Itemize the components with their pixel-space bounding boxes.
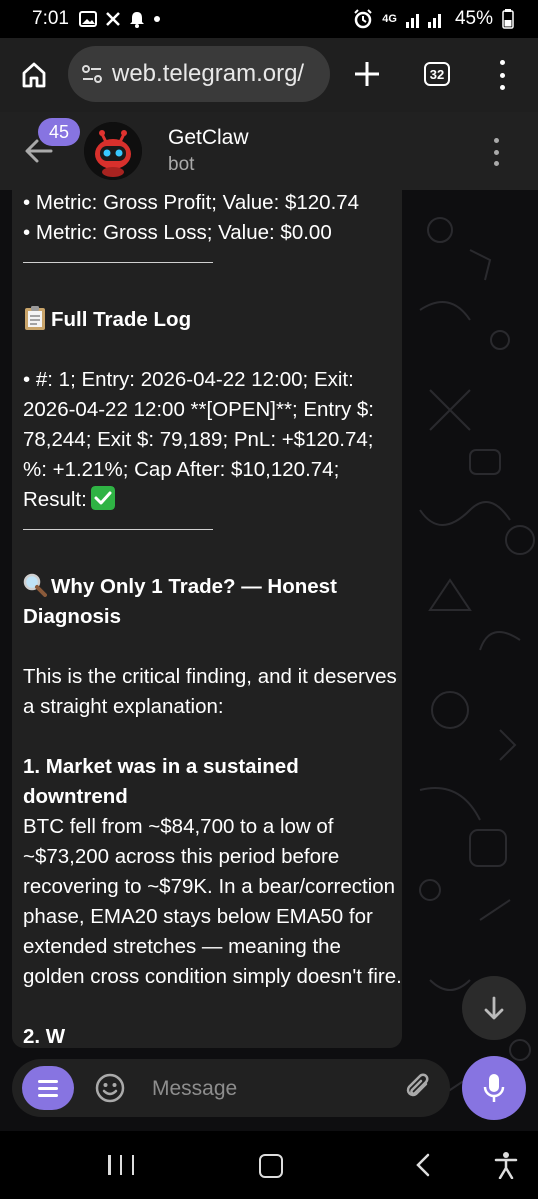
system-nav-bar <box>0 1131 538 1199</box>
check-mark-icon <box>90 486 115 510</box>
x-icon <box>106 12 120 26</box>
tab-switcher-button[interactable]: 32 <box>424 62 450 86</box>
emoji-icon[interactable] <box>94 1072 126 1104</box>
network-type: 4G <box>382 13 397 25</box>
scroll-to-bottom-button[interactable] <box>462 976 526 1040</box>
signal-icon <box>405 14 441 28</box>
chat-title[interactable]: GetClaw <box>168 126 249 150</box>
voice-record-button[interactable] <box>462 1056 526 1120</box>
home-button[interactable] <box>259 1154 283 1178</box>
clipboard-icon <box>25 306 45 330</box>
notification-bell-icon <box>129 11 144 28</box>
image-icon <box>78 11 97 27</box>
message-input[interactable] <box>150 1073 384 1105</box>
trade-log-heading-line: Full Trade Log <box>23 305 402 335</box>
robot-avatar-icon <box>84 122 142 180</box>
avatar[interactable] <box>84 122 142 180</box>
arrow-down-icon <box>484 996 504 1020</box>
why-heading-line: Why Only 1 Trade? — Honest Diagnosis <box>23 572 402 632</box>
dot-icon <box>153 16 160 22</box>
bot-menu-button[interactable] <box>22 1066 74 1110</box>
metric-gross-profit: • Metric: Gross Profit; Value: $120.74 <box>23 191 360 214</box>
browser-menu-button[interactable] <box>496 60 508 90</box>
metric-gross-loss: • Metric: Gross Loss; Value: $0.00 <box>23 221 332 244</box>
address-bar[interactable]: web.telegram.org/ <box>68 46 330 102</box>
tab-count: 32 <box>429 66 445 82</box>
unread-badge: 45 <box>38 118 80 146</box>
new-tab-button[interactable] <box>352 60 382 90</box>
home-icon <box>22 62 46 88</box>
chat-area[interactable]: • Metric: Gross Profit; Value: $120.74 •… <box>0 190 538 1131</box>
browser-toolbar: web.telegram.org/ 32 <box>0 38 538 112</box>
trade-log-entry: • #: 1; Entry: 2026-04-22 12:00; Exit: 2… <box>23 368 374 511</box>
point1-body: BTC fell from ~$84,700 to a low of ~$73,… <box>23 815 402 988</box>
status-left-icons <box>78 11 161 28</box>
browser-home-button[interactable] <box>16 57 52 93</box>
paperclip-icon[interactable] <box>404 1072 434 1104</box>
status-bar: 7:01 4G 45% <box>0 0 538 38</box>
battery-percent: 45% <box>454 8 493 29</box>
status-time: 7:01 <box>32 8 69 29</box>
message-bubble[interactable]: • Metric: Gross Profit; Value: $120.74 •… <box>12 190 402 1048</box>
divider <box>23 529 213 530</box>
url-text[interactable]: web.telegram.org/ <box>112 60 304 88</box>
intro-text: This is the critical finding, and it des… <box>23 665 397 718</box>
battery-icon <box>502 9 514 29</box>
magnifier-icon <box>23 573 47 597</box>
site-settings-icon[interactable] <box>82 65 102 83</box>
plus-icon <box>355 62 379 86</box>
point1-heading: 1. Market was in a sustained downtrend <box>23 755 299 808</box>
why-heading: Why Only 1 Trade? — Honest Diagnosis <box>23 575 337 628</box>
accessibility-icon[interactable] <box>494 1151 518 1179</box>
status-right: 4G 45% <box>353 0 514 38</box>
recents-button[interactable] <box>108 1155 134 1175</box>
chat-menu-button[interactable] <box>494 138 499 166</box>
trade-log-heading: Full Trade Log <box>51 308 192 331</box>
chat-subtitle: bot <box>168 154 195 175</box>
message-composer <box>0 1045 538 1131</box>
microphone-icon <box>483 1074 505 1102</box>
chat-header: 45 GetClaw bot <box>0 112 538 190</box>
trade-log-entry-line: • #: 1; Entry: 2026-04-22 12:00; Exit: 2… <box>23 365 402 515</box>
alarm-icon <box>354 9 372 29</box>
divider <box>23 262 213 263</box>
back-chevron-icon[interactable] <box>412 1153 434 1177</box>
